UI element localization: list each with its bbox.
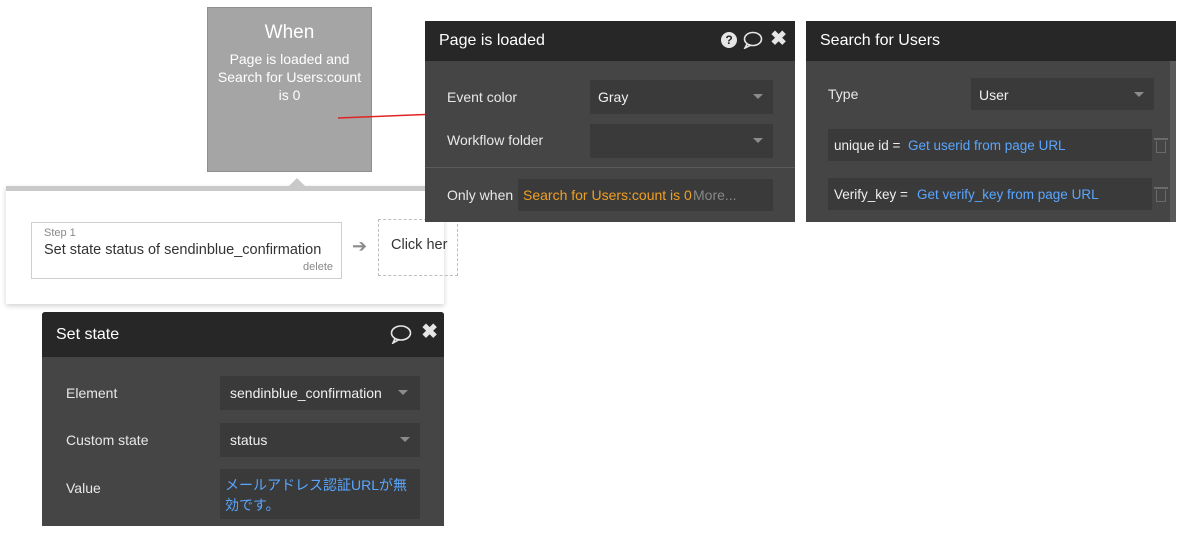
constraint-key: unique id = [834,138,901,153]
when-event-box[interactable]: When Page is loaded and Search for Users… [207,7,372,172]
panel-title: Page is loaded [439,32,545,49]
search-for-users-panel: Search for Users Type User unique id = G… [806,21,1176,222]
add-step-button[interactable]: Click her [378,219,458,276]
only-when-expression-field[interactable]: Search for Users:count is 0 More... [518,179,773,211]
step-number: Step 1 [44,227,76,239]
chevron-down-icon [753,138,763,143]
type-label: Type [828,86,859,102]
custom-state-label: Custom state [66,432,149,448]
event-color-label: Event color [447,89,518,105]
trash-icon[interactable] [1154,138,1168,153]
element-select[interactable]: sendinblue_confirmation [220,376,420,410]
chevron-down-icon [400,437,410,442]
type-select[interactable]: User [971,78,1154,110]
event-color-select[interactable]: Gray [590,80,773,114]
element-label: Element [66,385,118,401]
caret-up-icon [288,178,306,187]
panel-header: Page is loaded ? ✖ [425,21,795,61]
close-icon[interactable]: ✖ [421,322,438,342]
add-step-label: Click her [391,237,448,253]
help-icon[interactable]: ? [721,32,737,48]
scrollbar[interactable] [1170,61,1176,222]
chevron-down-icon [1134,92,1144,97]
set-state-panel: Set state ✖ Element sendinblue_confirmat… [42,312,444,526]
step-delete-link[interactable]: delete [303,261,333,273]
event-color-value: Gray [598,89,629,105]
value-field[interactable]: メールアドレス認証URLが無効です。 [220,469,420,519]
only-when-label: Only when [447,187,514,203]
page-loaded-panel: Page is loaded ? ✖ Event color Gray Work… [425,21,795,222]
panel-title: Search for Users [820,32,941,49]
close-icon[interactable]: ✖ [770,29,787,49]
step-title: Set state status of sendinblue_confirmat… [44,242,322,258]
constraint-value[interactable]: Get verify_key from page URL [917,187,1099,202]
constraint-key: Verify_key = [834,187,908,202]
more-link[interactable]: More... [693,187,737,203]
chevron-down-icon [753,94,763,99]
when-title: When [264,22,315,43]
trash-icon[interactable] [1154,187,1168,202]
chevron-down-icon [398,390,408,395]
only-when-expression[interactable]: Search for Users:count is 0 [523,187,692,203]
arrow-right-icon: ➔ [352,236,368,256]
workflow-folder-label: Workflow folder [447,132,544,148]
panel-header: Set state ✖ [42,312,444,357]
comment-icon[interactable] [743,31,763,49]
value-expression[interactable]: メールアドレス認証URLが無効です。 [225,475,415,515]
workflow-steps-strip: Step 1 Set state status of sendinblue_co… [6,178,458,304]
value-label: Value [66,480,101,496]
panel-header: Search for Users [806,21,1176,61]
workflow-divider [6,186,444,191]
element-value: sendinblue_confirmation [230,385,382,401]
constraint-value[interactable]: Get userid from page URL [908,138,1066,153]
panel-title: Set state [56,326,120,343]
custom-state-select[interactable]: status [220,423,420,457]
comment-icon[interactable] [390,324,412,344]
custom-state-value: status [230,432,268,448]
constraint-row[interactable]: unique id = Get userid from page URL [828,129,1152,161]
workflow-folder-select[interactable] [590,124,773,158]
divider [425,167,795,168]
type-value: User [979,87,1009,103]
when-condition: Page is loaded and Search for Users:coun… [217,51,362,103]
step-card[interactable]: Step 1 Set state status of sendinblue_co… [31,222,342,279]
connector-line [338,113,438,119]
constraint-row[interactable]: Verify_key = Get verify_key from page UR… [828,178,1152,210]
